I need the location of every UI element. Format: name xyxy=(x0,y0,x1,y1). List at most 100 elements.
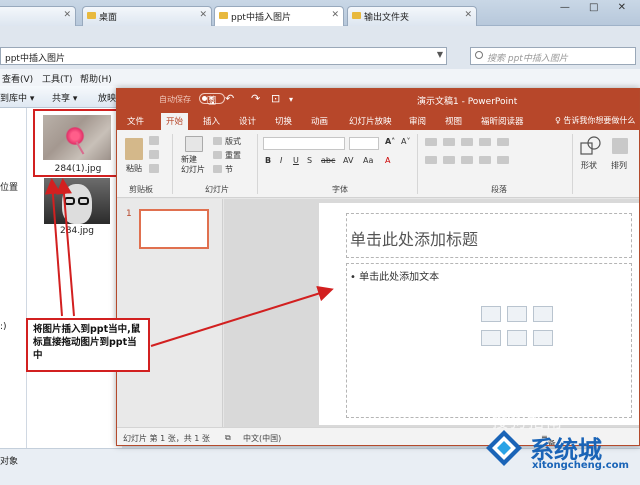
indent-icon[interactable] xyxy=(461,138,473,146)
present-icon[interactable]: ⊡ xyxy=(271,92,280,105)
font-name-combo[interactable] xyxy=(263,137,345,150)
tab-home[interactable]: 开始 xyxy=(161,113,189,131)
ppt-title-bar: 自动保存 关 🖫 ↶ ↷ ⊡ ▾ 演示文稿1 - PowerPoint xyxy=(117,89,639,111)
insert-table-icon[interactable] xyxy=(481,306,501,322)
slide-thumbnails-pane: 1 xyxy=(117,199,223,427)
line-spacing-icon[interactable] xyxy=(497,138,509,146)
file-name[interactable]: 284.jpg xyxy=(44,226,110,236)
save-icon[interactable]: 🖫 xyxy=(207,92,216,111)
shapes-label[interactable]: 形状 xyxy=(581,160,597,171)
tab-file[interactable]: 文件 xyxy=(127,115,144,127)
customize-icon[interactable]: ▾ xyxy=(289,95,293,104)
shapes-icon[interactable] xyxy=(580,136,602,156)
close-tab-icon[interactable]: ✕ xyxy=(63,10,71,20)
paste-label[interactable]: 粘贴 xyxy=(126,163,142,174)
paste-icon[interactable] xyxy=(125,138,143,160)
highlight-box xyxy=(33,109,121,177)
strikethrough-icon[interactable]: abc xyxy=(321,156,335,165)
underline-icon[interactable]: U xyxy=(293,156,299,165)
tab-insert[interactable]: 插入 xyxy=(203,115,220,127)
bold-icon[interactable]: B xyxy=(265,156,271,165)
tab-design[interactable]: 设计 xyxy=(239,115,256,127)
shadow-icon[interactable]: S xyxy=(307,156,312,165)
search-placeholder: 搜索 ppt中插入图片 xyxy=(487,54,568,64)
search-icon xyxy=(475,51,483,59)
insert-smartart-icon[interactable] xyxy=(533,306,553,322)
menu-view[interactable]: 查看(V) xyxy=(2,72,33,85)
insert-picture-icon[interactable] xyxy=(481,330,501,346)
content-placeholder[interactable]: • 单击此处添加文本 xyxy=(346,263,632,418)
spellcheck-icon[interactable]: ⧉ xyxy=(225,433,231,443)
close-tab-icon[interactable]: ✕ xyxy=(331,10,339,20)
spacing-icon[interactable]: AV xyxy=(343,156,353,165)
copy-icon[interactable] xyxy=(149,150,159,159)
grow-font-icon[interactable]: A˄ xyxy=(385,137,395,146)
justify-icon[interactable] xyxy=(479,156,491,164)
tab-slideshow[interactable]: 幻灯片放映 xyxy=(349,115,392,127)
insert-online-picture-icon[interactable] xyxy=(507,330,527,346)
slideshow-button[interactable]: 放映 xyxy=(98,91,116,104)
columns-icon[interactable] xyxy=(497,156,509,164)
title-placeholder[interactable]: 单击此处添加标题 xyxy=(346,213,632,258)
explorer-tab-current[interactable]: ppt中插入图片 ✕ xyxy=(214,6,344,26)
reset-icon xyxy=(213,151,222,159)
woman-glasses-photo-thumbnail[interactable] xyxy=(44,178,110,224)
layout-button[interactable]: 版式 xyxy=(225,136,241,147)
new-slide-label[interactable]: 新建 幻灯片 xyxy=(181,155,209,175)
new-slide-icon[interactable] xyxy=(185,136,203,152)
nav-item[interactable]: 位置 xyxy=(0,180,18,193)
arrange-icon[interactable] xyxy=(612,138,628,154)
cut-icon[interactable] xyxy=(149,136,159,145)
insert-chart-icon[interactable] xyxy=(507,306,527,322)
search-input[interactable]: 搜索 ppt中插入图片 xyxy=(470,47,636,65)
align-center-icon[interactable] xyxy=(443,156,455,164)
format-painter-icon[interactable] xyxy=(149,164,159,173)
bullets-icon[interactable] xyxy=(425,138,437,146)
explorer-tab-output[interactable]: 输出文件夹 ✕ xyxy=(347,6,477,26)
align-right-icon[interactable] xyxy=(461,156,473,164)
slide[interactable]: 单击此处添加标题 • 单击此处添加文本 xyxy=(319,203,639,425)
tell-me-box[interactable]: ♀ 告诉我你想要做什么 xyxy=(555,115,635,126)
slide-thumbnail[interactable] xyxy=(139,209,209,249)
font-color-icon[interactable]: A xyxy=(385,156,390,165)
glasses-shape xyxy=(64,197,75,205)
tab-transitions[interactable]: 切换 xyxy=(275,115,292,127)
explorer-tab-desktop[interactable]: 桌面 ✕ xyxy=(82,6,212,26)
undo-icon[interactable]: ↶ xyxy=(225,92,234,105)
redo-icon[interactable]: ↷ xyxy=(251,92,260,105)
tab-label: 桌面 xyxy=(99,13,118,23)
font-size-combo[interactable] xyxy=(349,137,379,150)
tab-view[interactable]: 视图 xyxy=(445,115,462,127)
address-bar[interactable]: ppt中插入图片 ▼ xyxy=(0,47,447,65)
include-in-library-button[interactable]: 到库中 ▾ xyxy=(0,91,34,104)
shrink-font-icon[interactable]: A˅ xyxy=(401,137,410,146)
window-controls[interactable]: — □ ✕ xyxy=(560,2,634,13)
navigation-pane: 位置 :) xyxy=(0,108,27,448)
section-button[interactable]: 节 xyxy=(225,164,233,175)
italic-icon[interactable]: I xyxy=(280,156,282,165)
tab-label: ppt中插入图片 xyxy=(231,13,291,23)
nav-item[interactable]: :) xyxy=(0,322,7,332)
tab-animations[interactable]: 动画 xyxy=(311,115,328,127)
close-tab-icon[interactable]: ✕ xyxy=(199,10,207,20)
outdent-icon[interactable] xyxy=(479,138,491,146)
divider xyxy=(417,134,418,194)
arrange-label[interactable]: 排列 xyxy=(611,160,627,171)
chevron-down-icon[interactable]: ▼ xyxy=(437,50,443,59)
case-icon[interactable]: Aa xyxy=(363,156,373,165)
menu-help[interactable]: 帮助(H) xyxy=(80,72,112,85)
insert-video-icon[interactable] xyxy=(533,330,553,346)
align-left-icon[interactable] xyxy=(425,156,437,164)
share-button[interactable]: 共享 ▾ xyxy=(52,91,77,104)
tab-review[interactable]: 审阅 xyxy=(409,115,426,127)
menu-bar: 查看(V) 工具(T) 帮助(H) xyxy=(0,69,640,86)
tab-foxit[interactable]: 福昕阅读器 xyxy=(481,115,524,127)
close-tab-icon[interactable]: ✕ xyxy=(464,10,472,20)
layout-icon xyxy=(213,137,222,145)
status-text: 对象 xyxy=(0,457,19,467)
reset-button[interactable]: 重置 xyxy=(225,150,241,161)
menu-tools[interactable]: 工具(T) xyxy=(42,72,73,85)
glasses-shape xyxy=(78,197,89,205)
explorer-tab-0[interactable]: ✕ xyxy=(0,6,76,26)
numbering-icon[interactable] xyxy=(443,138,455,146)
